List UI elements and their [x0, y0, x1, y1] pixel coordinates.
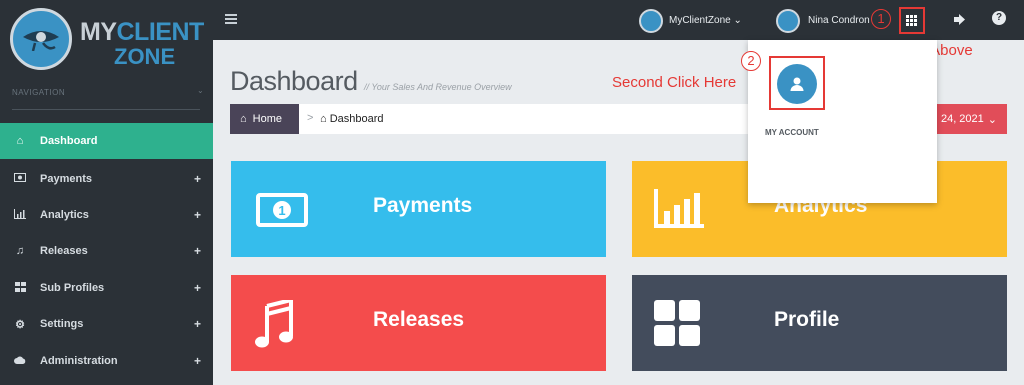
breadcrumb-home-link[interactable]: ⌂ Home: [230, 104, 299, 134]
tile-profile[interactable]: Profile: [632, 275, 1007, 371]
gear-icon: ⚙: [15, 318, 25, 331]
apps-grid-button[interactable]: [899, 7, 925, 34]
my-account-label[interactable]: MY ACCOUNT: [765, 128, 819, 137]
brand-part-client: CLIENT: [116, 18, 205, 46]
tile-releases[interactable]: Releases: [231, 275, 606, 371]
eye-of-horus-icon: [23, 31, 59, 51]
expand-plus-icon: +: [193, 281, 201, 295]
music-icon: [255, 300, 293, 348]
breadcrumb-separator: >: [307, 112, 314, 124]
zone-menu-button[interactable]: MyClientZone ⌄: [669, 15, 742, 26]
home-icon: ⌂: [320, 113, 327, 125]
music-icon: ♫: [15, 245, 25, 257]
bar-chart-icon: [654, 189, 704, 228]
sidebar-item-analytics[interactable]: Analytics +: [0, 197, 213, 233]
sidebar-item-label: Releases: [40, 245, 88, 257]
date-range-label: 24, 2021: [940, 113, 984, 125]
nav-section-label: NAVIGATION: [12, 88, 66, 97]
apps-dropdown-menu: MY ACCOUNT: [748, 40, 937, 203]
grid-icon: [654, 300, 700, 346]
brand-part-zone: ZONE: [114, 44, 176, 69]
expand-plus-icon: +: [193, 208, 201, 222]
sidebar-item-label: Dashboard: [40, 135, 98, 147]
sidebar-item-releases[interactable]: ♫ Releases +: [0, 233, 213, 269]
sidebar-item-label: Settings: [40, 318, 84, 330]
tile-payments[interactable]: 1 Payments: [231, 161, 606, 257]
breadcrumb-current-label: Dashboard: [329, 113, 384, 125]
sidebar-item-label: Analytics: [40, 209, 89, 221]
sidebar-item-payments[interactable]: Payments +: [0, 161, 213, 197]
chevron-down-icon: ⌄: [987, 113, 997, 126]
zone-menu-label: MyClientZone: [669, 15, 731, 26]
cloud-icon: [12, 355, 28, 367]
zone-avatar[interactable]: [639, 9, 663, 33]
sidebar: MYCLIENT ZONE NAVIGATION ⌄ ⌂ Dashboard P…: [0, 0, 213, 385]
step1-marker: 1: [871, 9, 891, 29]
brand-wordmark: MYCLIENT: [80, 18, 204, 47]
tile-label: Payments: [373, 194, 473, 217]
help-icon[interactable]: ?: [992, 11, 1006, 25]
logo-emblem: [10, 8, 72, 70]
bar-chart-icon: [12, 208, 28, 222]
tile-label: Profile: [774, 308, 840, 331]
page-title: Dashboard: [230, 66, 358, 96]
money-icon: 1: [256, 193, 308, 227]
user-icon: [790, 77, 804, 91]
sidebar-item-label: Payments: [40, 173, 92, 185]
apps-grid-icon: [906, 15, 918, 26]
grid-icon: [12, 281, 28, 295]
sidebar-item-label: Administration: [40, 355, 118, 367]
date-range-button[interactable]: 24, 2021 ⌄: [928, 104, 1007, 134]
brand-logo[interactable]: MYCLIENT ZONE: [10, 6, 205, 76]
my-account-button[interactable]: [777, 64, 817, 104]
step2-marker: 2: [741, 51, 761, 71]
user-avatar[interactable]: [776, 9, 800, 33]
tile-label: Releases: [373, 308, 465, 331]
breadcrumb-home-label: Home: [252, 113, 282, 125]
expand-plus-icon: +: [193, 354, 201, 368]
home-icon: ⌂: [16, 135, 24, 147]
user-name[interactable]: Nina Condron: [808, 15, 870, 26]
svg-text:1: 1: [278, 203, 285, 218]
sidebar-item-sub-profiles[interactable]: Sub Profiles +: [0, 270, 213, 306]
chevron-down-icon[interactable]: ⌄: [197, 86, 204, 95]
home-icon: ⌂: [240, 113, 247, 125]
expand-plus-icon: +: [193, 317, 201, 331]
page-subtitle: // Your Sales And Revenue Overview: [364, 82, 512, 92]
nav-divider: [12, 109, 200, 110]
breadcrumb-current: ⌂ Dashboard: [320, 113, 384, 125]
chevron-down-icon: ⌄: [733, 15, 742, 26]
expand-plus-icon: +: [193, 244, 201, 258]
sidebar-item-settings[interactable]: ⚙ Settings +: [0, 306, 213, 342]
sidebar-item-label: Sub Profiles: [40, 282, 105, 294]
sidebar-item-dashboard[interactable]: ⌂ Dashboard: [0, 123, 213, 159]
sidebar-item-administration[interactable]: Administration +: [0, 343, 213, 379]
brand-part-my: MY: [80, 18, 117, 46]
money-icon: [12, 173, 28, 185]
step2-instruction: Second Click Here: [612, 74, 737, 91]
logout-icon[interactable]: [954, 14, 966, 28]
menu-toggle-icon[interactable]: [225, 14, 237, 24]
top-navbar: MyClientZone ⌄ Nina Condron ?: [213, 0, 1024, 40]
expand-plus-icon: +: [193, 172, 201, 186]
